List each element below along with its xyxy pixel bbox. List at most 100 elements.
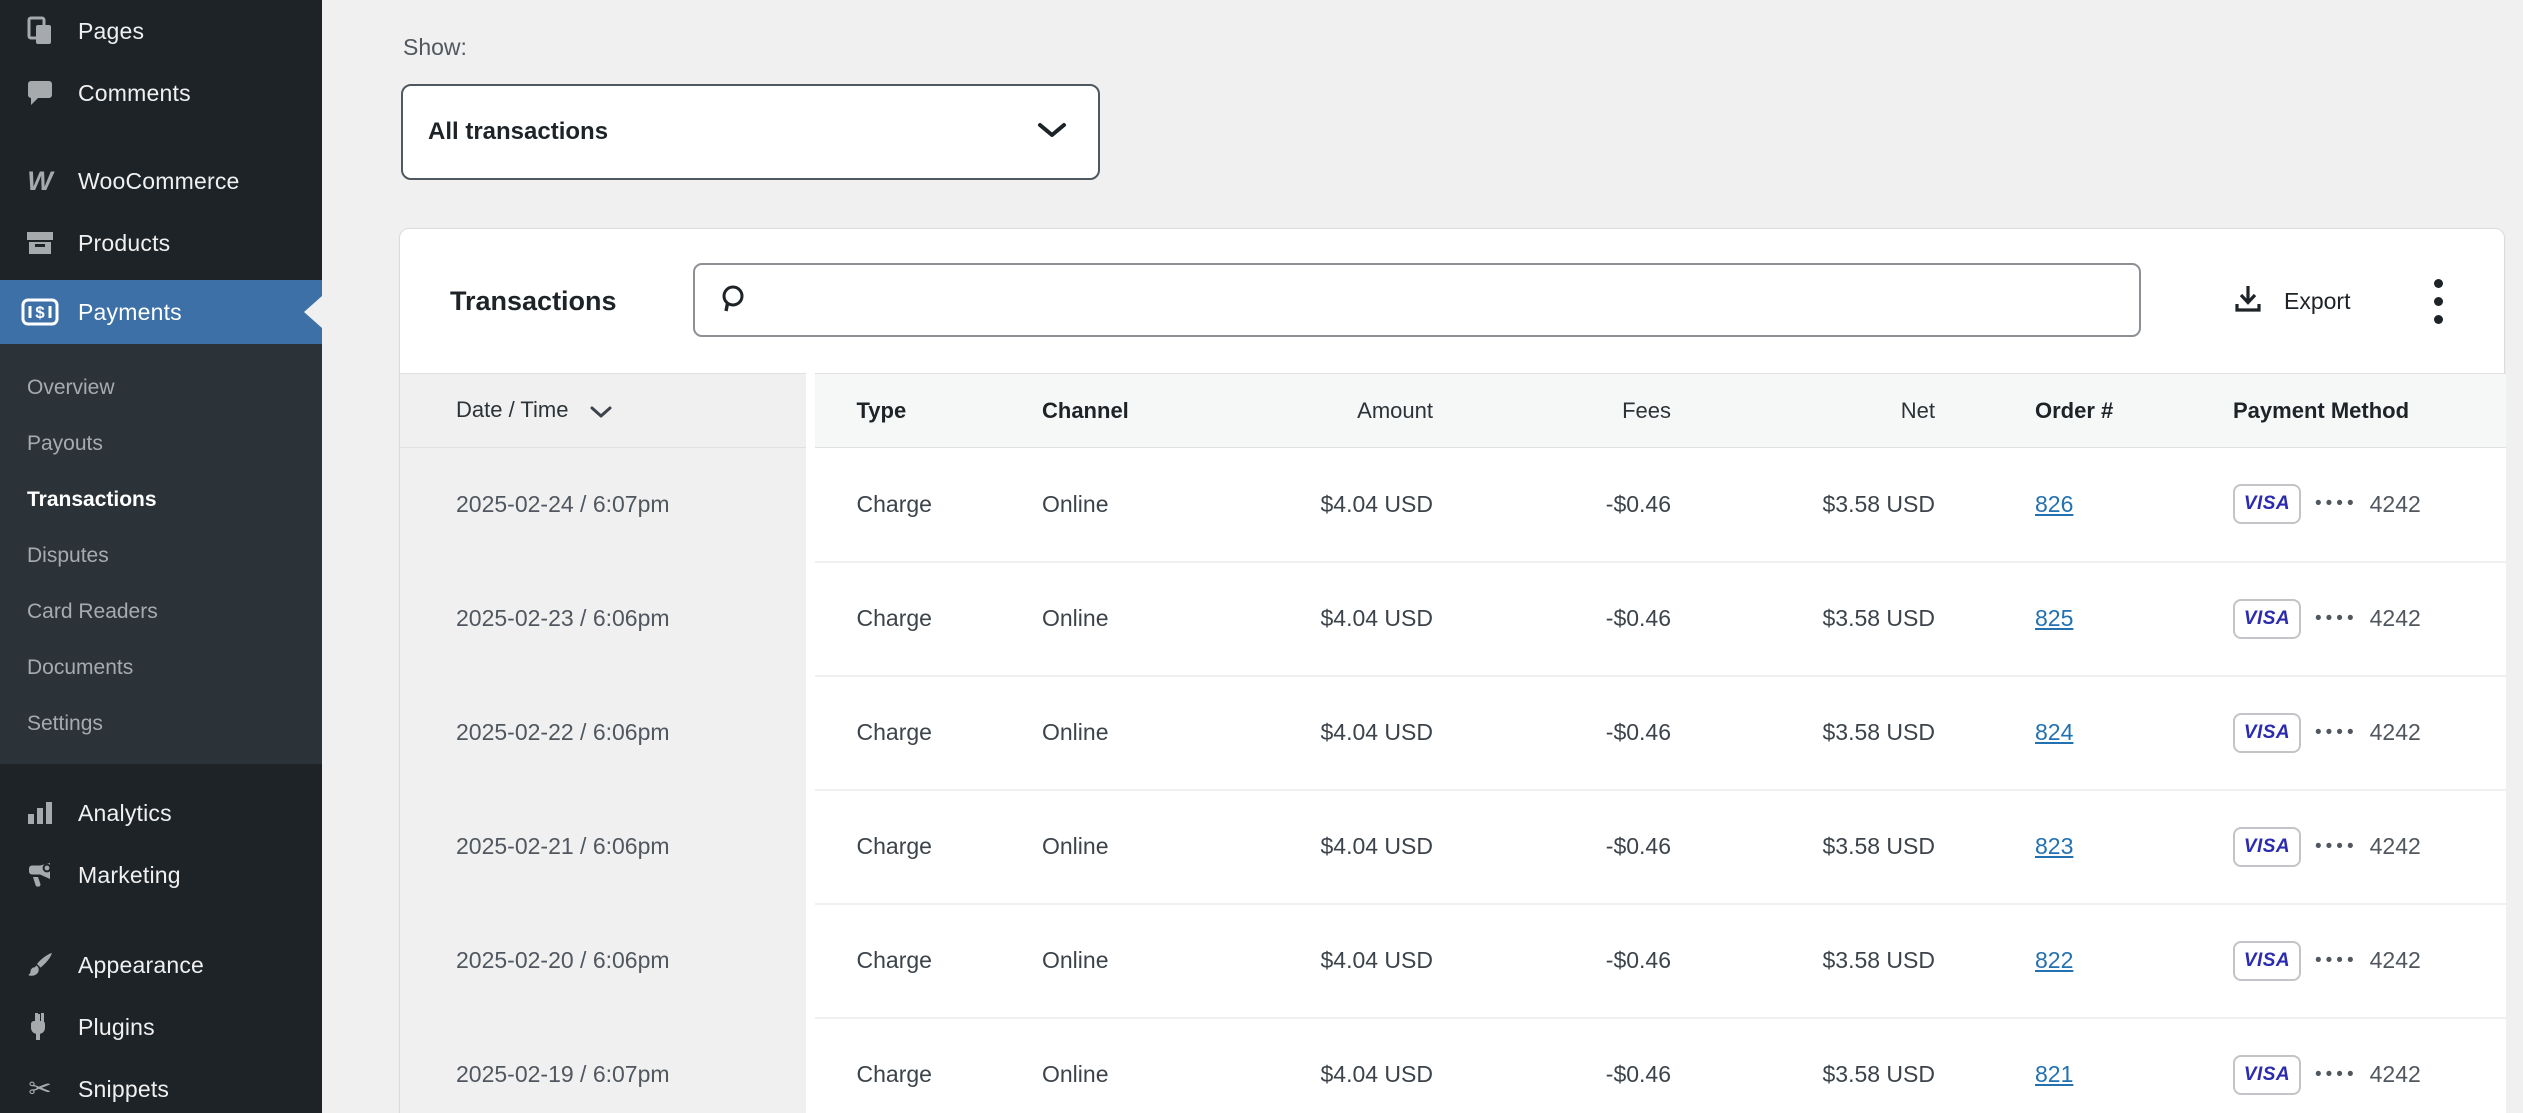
- cell-fees: -$0.46: [1435, 904, 1673, 1018]
- sidebar-item-products[interactable]: Products: [0, 212, 322, 274]
- export-button[interactable]: Export: [2230, 229, 2350, 373]
- submenu-item-documents[interactable]: Documents: [0, 640, 322, 696]
- cell-type: Charge: [810, 676, 990, 790]
- transactions-card: Transactions Export: [399, 228, 2505, 1113]
- cell-channel: Online: [990, 676, 1190, 790]
- visa-badge: VISA: [2233, 713, 2301, 753]
- payments-icon: $: [20, 297, 60, 327]
- visa-badge: VISA: [2233, 599, 2301, 639]
- sidebar-item-label: Marketing: [78, 862, 181, 889]
- submenu-item-disputes[interactable]: Disputes: [0, 528, 322, 584]
- submenu-item-overview[interactable]: Overview: [0, 360, 322, 416]
- cell-amount: $4.04 USD: [1190, 562, 1435, 676]
- order-link[interactable]: 826: [2035, 491, 2073, 517]
- filter-selected-value: All transactions: [428, 118, 1036, 146]
- cell-order: 824: [1937, 676, 2137, 790]
- comments-icon: [20, 77, 60, 109]
- cell-type: Charge: [810, 448, 990, 562]
- table-header-row: Date / Time Type Channel Amount Fees Net…: [400, 374, 2506, 448]
- sidebar-item-pages[interactable]: Pages: [0, 0, 322, 62]
- submenu-item-card-readers[interactable]: Card Readers: [0, 584, 322, 640]
- submenu-item-transactions[interactable]: Transactions: [0, 472, 322, 528]
- cell-amount: $4.04 USD: [1190, 904, 1435, 1018]
- menu-separator: [0, 906, 322, 934]
- sidebar-item-woocommerce[interactable]: W WooCommerce: [0, 150, 322, 212]
- transactions-table: Date / Time Type Channel Amount Fees Net…: [400, 373, 2506, 1113]
- woocommerce-icon: W: [20, 168, 60, 195]
- sidebar-item-label: Pages: [78, 18, 144, 45]
- cell-channel: Online: [990, 1018, 1190, 1113]
- submenu-item-settings[interactable]: Settings: [0, 696, 322, 752]
- analytics-icon: [20, 797, 60, 829]
- card-dots: ••••: [2315, 950, 2358, 972]
- card-dots: ••••: [2315, 836, 2358, 858]
- cell-amount: $4.04 USD: [1190, 790, 1435, 904]
- cell-date: 2025-02-24 / 6:07pm: [400, 448, 810, 562]
- more-options-button[interactable]: [2418, 229, 2458, 373]
- column-header-fees: Fees: [1435, 374, 1673, 448]
- submenu-item-payouts[interactable]: Payouts: [0, 416, 322, 472]
- sidebar-item-comments[interactable]: Comments: [0, 62, 322, 124]
- transactions-filter-select[interactable]: All transactions: [401, 84, 1100, 180]
- card-last4: 4242: [2370, 1061, 2421, 1088]
- payments-submenu: Overview Payouts Transactions Disputes C…: [0, 344, 322, 764]
- menu-separator: [0, 764, 322, 782]
- visa-badge: VISA: [2233, 827, 2301, 867]
- cell-date: 2025-02-20 / 6:06pm: [400, 904, 810, 1018]
- card-dots: ••••: [2315, 722, 2358, 744]
- cell-type: Charge: [810, 1018, 990, 1113]
- card-last4: 4242: [2370, 719, 2421, 746]
- visa-badge: VISA: [2233, 941, 2301, 981]
- cell-type: Charge: [810, 904, 990, 1018]
- table-row: 2025-02-21 / 6:06pm Charge Online $4.04 …: [400, 790, 2506, 904]
- cell-payment-method: VISA••••4242: [2137, 448, 2506, 562]
- cell-fees: -$0.46: [1435, 448, 1673, 562]
- menu-separator: [0, 124, 322, 150]
- table-row: 2025-02-24 / 6:07pm Charge Online $4.04 …: [400, 448, 2506, 562]
- sidebar-item-appearance[interactable]: Appearance: [0, 934, 322, 996]
- cell-payment-method: VISA••••4242: [2137, 790, 2506, 904]
- kebab-dot: [2434, 279, 2443, 288]
- sort-chevron-down-icon: [589, 398, 613, 424]
- plugins-icon: [20, 1011, 60, 1043]
- cell-date: 2025-02-21 / 6:06pm: [400, 790, 810, 904]
- cell-type: Charge: [810, 562, 990, 676]
- cell-amount: $4.04 USD: [1190, 676, 1435, 790]
- search-input[interactable]: [693, 263, 2141, 337]
- sidebar-item-snippets[interactable]: ✂ Snippets: [0, 1058, 322, 1113]
- cell-order: 822: [1937, 904, 2137, 1018]
- sidebar-item-payments[interactable]: $ Payments: [0, 280, 322, 344]
- svg-text:$: $: [35, 303, 45, 322]
- sidebar-item-label: WooCommerce: [78, 168, 240, 195]
- cell-net: $3.58 USD: [1673, 1018, 1937, 1113]
- sidebar-item-label: Products: [78, 230, 170, 257]
- order-link[interactable]: 822: [2035, 947, 2073, 973]
- card-last4: 4242: [2370, 947, 2421, 974]
- cell-channel: Online: [990, 562, 1190, 676]
- cell-net: $3.58 USD: [1673, 790, 1937, 904]
- order-link[interactable]: 825: [2035, 605, 2073, 631]
- cell-payment-method: VISA •••• 4242: [2137, 904, 2506, 1018]
- active-menu-arrow: [304, 296, 322, 328]
- card-dots: ••••: [2315, 608, 2358, 630]
- card-brand: VISA: [2244, 493, 2290, 515]
- order-link[interactable]: 823: [2035, 833, 2073, 859]
- sidebar-item-label: Analytics: [78, 800, 172, 827]
- table-row: 2025-02-19 / 6:07pm Charge Online $4.04 …: [400, 1018, 2506, 1113]
- order-link[interactable]: 821: [2035, 1061, 2073, 1087]
- sidebar-item-plugins[interactable]: Plugins: [0, 996, 322, 1058]
- table-row: 2025-02-23 / 6:06pm Charge Online $4.04 …: [400, 562, 2506, 676]
- cell-amount: $4.04 USD: [1190, 1018, 1435, 1113]
- download-icon: [2230, 281, 2266, 322]
- search-wrap: [693, 263, 2141, 337]
- cell-channel: Online: [990, 790, 1190, 904]
- cell-fees: -$0.46: [1435, 562, 1673, 676]
- order-link[interactable]: 824: [2035, 719, 2073, 745]
- marketing-icon: [20, 859, 60, 891]
- column-header-date-time[interactable]: Date / Time: [400, 374, 810, 448]
- cell-fees: -$0.46: [1435, 790, 1673, 904]
- sidebar-item-analytics[interactable]: Analytics: [0, 782, 322, 844]
- cell-fees: -$0.46: [1435, 1018, 1673, 1113]
- card-brand: VISA: [2244, 1064, 2290, 1086]
- sidebar-item-marketing[interactable]: Marketing: [0, 844, 322, 906]
